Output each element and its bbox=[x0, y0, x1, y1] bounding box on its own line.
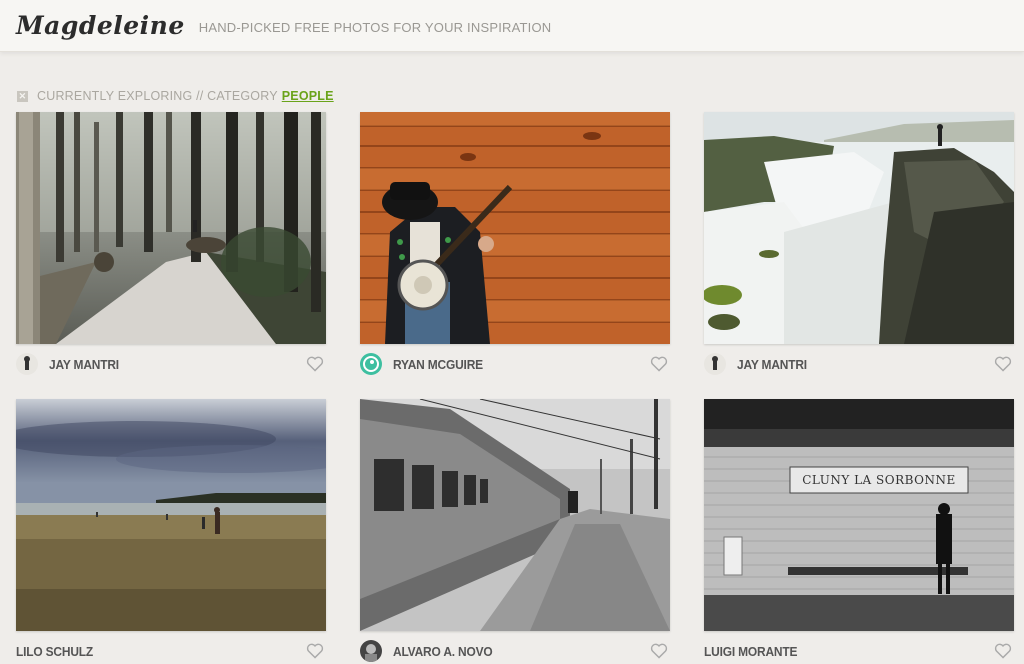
top-bar: Magdeleine HAND-PICKED FREE PHOTOS FOR Y… bbox=[0, 0, 1024, 52]
photo-card: CLUNY LA SORBONNE LUIGI MORANTE bbox=[704, 399, 1014, 664]
filter-prefix: CURRENTLY EXPLORING // CATEGORY bbox=[37, 89, 278, 103]
author-name[interactable]: LUIGI MORANTE bbox=[704, 644, 797, 659]
category-link[interactable]: PEOPLE bbox=[282, 89, 334, 103]
heart-icon[interactable] bbox=[306, 643, 324, 659]
photo-thumbnail[interactable]: CLUNY LA SORBONNE bbox=[704, 399, 1014, 631]
heart-icon[interactable] bbox=[306, 356, 324, 372]
photo-thumbnail[interactable] bbox=[16, 399, 326, 631]
photo-card: RYAN MCGUIRE bbox=[360, 112, 670, 384]
photo-meta: LILO SCHULZ bbox=[16, 631, 326, 664]
photo-thumbnail[interactable] bbox=[16, 112, 326, 344]
photo-card: JAY MANTRI bbox=[704, 112, 1014, 384]
author-name[interactable]: JAY MANTRI bbox=[737, 357, 807, 372]
author-name[interactable]: RYAN MCGUIRE bbox=[393, 357, 483, 372]
photo-card: JAY MANTRI bbox=[16, 112, 326, 384]
photo-meta: RYAN MCGUIRE bbox=[360, 344, 670, 384]
category-filter: ✕ CURRENTLY EXPLORING // CATEGORY PEOPLE bbox=[17, 89, 334, 103]
close-icon[interactable]: ✕ bbox=[17, 90, 28, 102]
photo-thumbnail[interactable] bbox=[360, 112, 670, 344]
photo-thumbnail[interactable] bbox=[360, 399, 670, 631]
heart-icon[interactable] bbox=[650, 356, 668, 372]
avatar[interactable] bbox=[704, 353, 726, 375]
heart-icon[interactable] bbox=[650, 643, 668, 659]
site-tagline: HAND-PICKED FREE PHOTOS FOR YOUR INSPIRA… bbox=[198, 19, 552, 35]
photo-thumbnail[interactable] bbox=[704, 112, 1014, 344]
photo-meta: LUIGI MORANTE bbox=[704, 631, 1014, 664]
metro-sign: CLUNY LA SORBONNE bbox=[802, 473, 956, 487]
avatar[interactable] bbox=[360, 640, 382, 662]
author-name[interactable]: ALVARO A. NOVO bbox=[393, 644, 493, 659]
avatar[interactable] bbox=[16, 353, 38, 375]
photo-card: LILO SCHULZ bbox=[16, 399, 326, 664]
heart-icon[interactable] bbox=[994, 356, 1012, 372]
photo-meta: JAY MANTRI bbox=[704, 344, 1014, 384]
avatar[interactable] bbox=[360, 353, 382, 375]
heart-icon[interactable] bbox=[994, 643, 1012, 659]
author-name[interactable]: JAY MANTRI bbox=[49, 357, 119, 372]
site-logo[interactable]: Magdeleine bbox=[16, 11, 185, 40]
photo-meta: ALVARO A. NOVO bbox=[360, 631, 670, 664]
photo-meta: JAY MANTRI bbox=[16, 344, 326, 384]
photo-card: ALVARO A. NOVO bbox=[360, 399, 670, 664]
author-name[interactable]: LILO SCHULZ bbox=[16, 644, 93, 659]
